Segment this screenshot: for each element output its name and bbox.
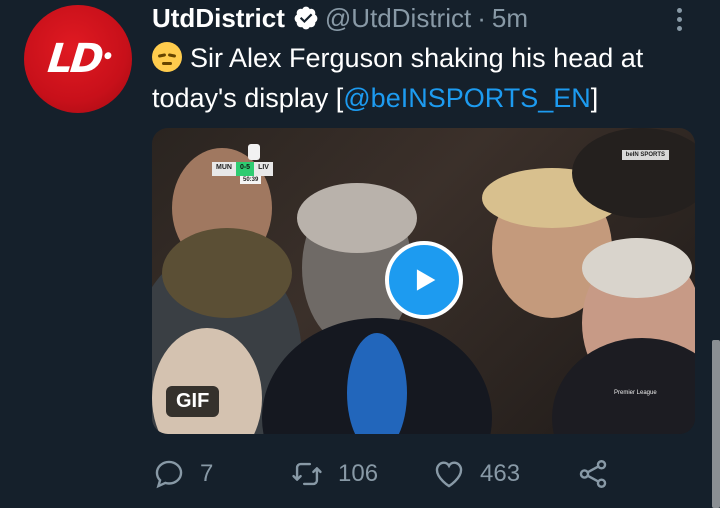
reply-icon	[155, 460, 183, 489]
separator-dot: ·	[477, 2, 486, 33]
like-count: 463	[480, 460, 521, 487]
mention-link[interactable]: @beINSPORTS_EN	[343, 83, 591, 113]
play-icon	[416, 269, 436, 291]
broadcaster-logo: beIN SPORTS	[621, 150, 669, 160]
timestamp[interactable]: 5m	[492, 3, 528, 34]
scoreboard-score: 0-5	[235, 162, 255, 176]
scene-shape	[582, 238, 692, 298]
gif-media[interactable]: MUN 0-5 LIV 50:39 beIN SPORTS Premier Le…	[152, 128, 695, 434]
tweet-header: UtdDistrict @UtdDistrict · 5m	[152, 0, 528, 36]
premier-league-badge-icon	[248, 144, 260, 160]
retweet-count: 106	[338, 460, 379, 487]
retweet-icon	[292, 462, 322, 486]
reply-count: 7	[200, 460, 214, 487]
pensive-face-icon	[152, 42, 182, 72]
verified-badge-icon	[294, 6, 318, 30]
share-button[interactable]	[576, 457, 610, 491]
more-options-icon[interactable]	[664, 4, 694, 34]
scrollbar[interactable]	[712, 340, 720, 508]
scoreboard-clock: 50:39	[240, 176, 262, 184]
display-name[interactable]: UtdDistrict	[152, 3, 285, 34]
like-button[interactable]: 463	[432, 457, 576, 491]
league-logo: Premier League	[614, 390, 657, 396]
scoreboard-away: LIV	[254, 162, 273, 176]
heart-icon	[435, 461, 463, 488]
scoreboard-home: MUN	[212, 162, 236, 176]
tweet-actions: 7 106 463	[152, 452, 652, 496]
scene-shape	[162, 228, 292, 318]
share-icon	[579, 460, 607, 488]
gif-badge: GIF	[166, 386, 220, 417]
user-handle[interactable]: @UtdDistrict	[325, 3, 471, 34]
tweet-text: Sir Alex Ferguson shaking his head at to…	[152, 38, 692, 118]
scene-shape	[552, 338, 695, 434]
avatar-logo: LD●	[45, 36, 110, 82]
scoreboard: MUN 0-5 LIV	[212, 162, 273, 176]
scene-shape	[297, 183, 417, 253]
retweet-button[interactable]: 106	[290, 457, 432, 491]
reply-button[interactable]: 7	[152, 457, 290, 491]
play-button[interactable]	[385, 241, 463, 319]
avatar[interactable]: LD●	[24, 5, 132, 113]
tweet-text-end: ]	[590, 83, 599, 113]
